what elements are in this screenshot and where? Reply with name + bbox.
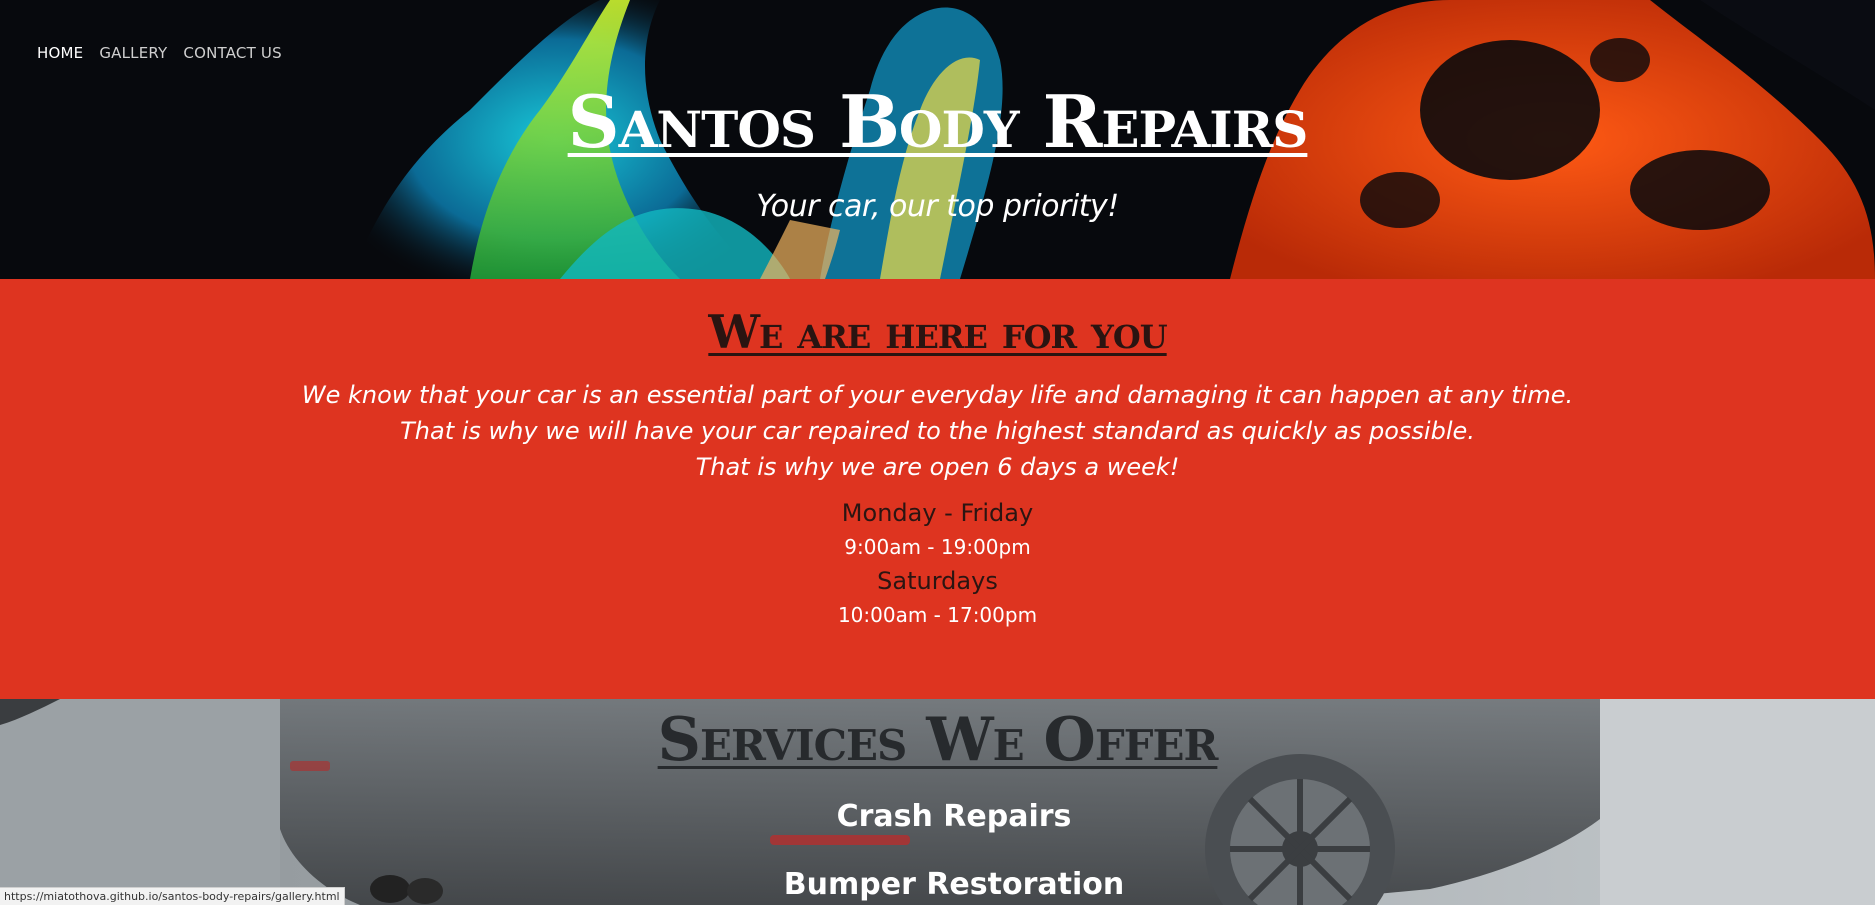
about-heading: We are here for you: [708, 305, 1167, 359]
services-section: Services We Offer Crash Repairs Bumper R…: [0, 699, 1875, 905]
schedule-day: Saturdays: [877, 567, 998, 595]
tagline: Your car, our top priority!: [756, 189, 1119, 224]
site-title: Santos Body Repairs: [567, 79, 1309, 164]
about-intro: We know that your car is an essential pa…: [0, 377, 1875, 485]
nav-contact-link[interactable]: CONTACT US: [183, 44, 281, 62]
browser-status-url: https://miatothova.github.io/santos-body…: [0, 887, 345, 905]
nav-gallery-link[interactable]: GALLERY: [99, 44, 167, 62]
hero-banner: HOME GALLERY CONTACT US Santos Body Repa…: [0, 0, 1875, 279]
schedule-day: Monday - Friday: [841, 499, 1034, 527]
nav-home-link[interactable]: HOME: [37, 44, 83, 62]
schedule-hours: 9:00am - 19:00pm: [844, 535, 1031, 559]
service-item: Crash Repairs: [836, 799, 1072, 834]
about-section: We are here for you We know that your ca…: [0, 279, 1875, 699]
services-heading: Services We Offer: [657, 705, 1219, 775]
about-line: That is why we are open 6 days a week!: [695, 453, 1180, 481]
main-nav: HOME GALLERY CONTACT US: [37, 44, 282, 62]
schedule-hours: 10:00am - 17:00pm: [837, 603, 1038, 627]
about-line: We know that your car is an essential pa…: [301, 381, 1574, 409]
about-line: That is why we will have your car repair…: [400, 417, 1475, 445]
